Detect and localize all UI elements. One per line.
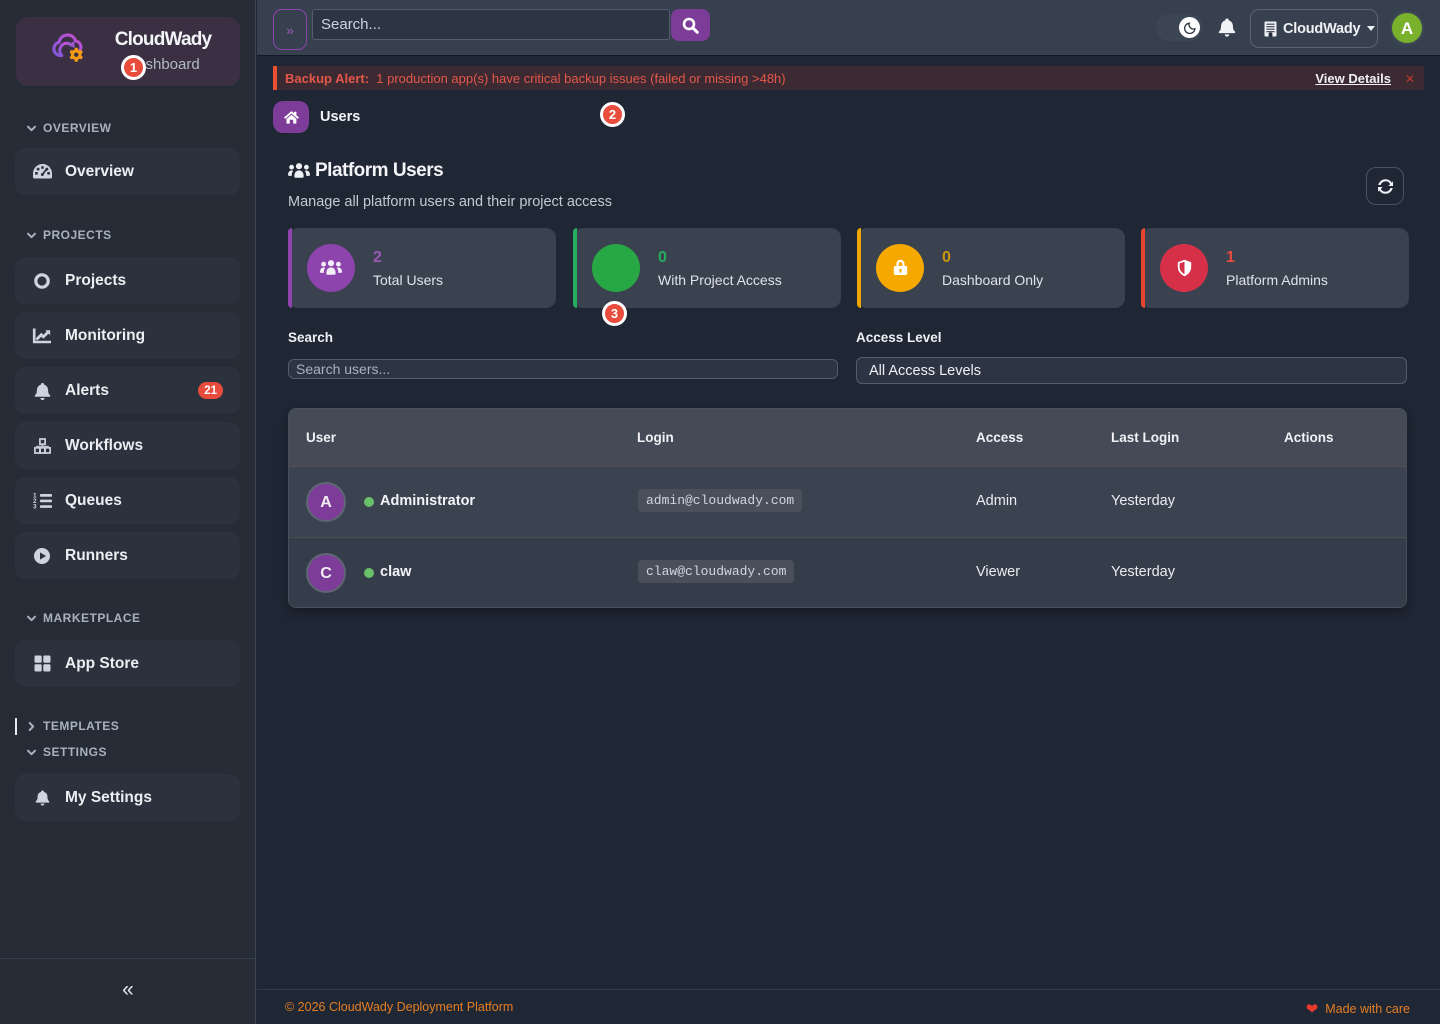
svg-text:3: 3	[33, 504, 37, 510]
